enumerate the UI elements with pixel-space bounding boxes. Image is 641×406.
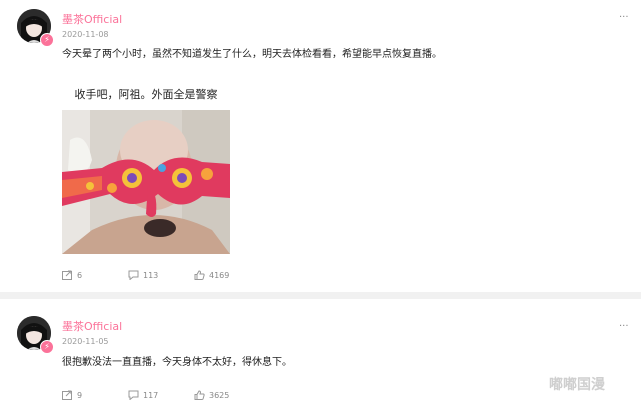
card-separator <box>0 292 641 299</box>
comment-count: 113 <box>143 270 159 280</box>
comment-button[interactable]: 113 <box>128 270 158 280</box>
forward-icon <box>62 270 72 280</box>
forward-button[interactable]: 9 <box>62 390 82 400</box>
like-button[interactable]: 4169 <box>194 270 229 280</box>
comment-button[interactable]: 117 <box>128 390 158 400</box>
like-icon <box>194 390 205 400</box>
action-bar: 9 117 3625 <box>62 390 262 402</box>
forward-count: 6 <box>77 270 83 280</box>
action-bar: 6 113 4169 <box>62 270 262 282</box>
more-options-button[interactable]: ··· <box>619 12 629 23</box>
forward-button[interactable]: 6 <box>62 270 82 280</box>
watermark: 嘟嘟国漫 <box>549 377 605 393</box>
meme-image[interactable] <box>62 110 230 254</box>
like-button[interactable]: 3625 <box>194 390 229 400</box>
like-icon <box>194 270 205 280</box>
username[interactable]: 墨茶Official <box>62 318 122 334</box>
like-count: 4169 <box>209 270 230 280</box>
forward-icon <box>62 390 72 400</box>
more-options-button[interactable]: ··· <box>619 321 629 332</box>
post-text: 很抱歉没法一直直播，今天身体不太好，得休息下。 <box>62 357 292 368</box>
verified-badge-icon: ⚡ <box>40 33 54 47</box>
meme-caption: 收手吧，阿祖。外面全是警察 <box>74 88 218 101</box>
post-date[interactable]: 2020-11-05 <box>62 337 109 346</box>
dynamic-card: ⚡ 墨茶Official 2020-11-05 ··· 很抱歉没法一直直播，今天… <box>0 299 641 406</box>
comment-count: 117 <box>143 390 159 400</box>
dynamic-card: ⚡ 墨茶Official 2020-11-08 ··· 今天晕了两个小时，虽然不… <box>0 0 641 292</box>
comment-icon <box>128 390 139 400</box>
like-count: 3625 <box>209 390 230 400</box>
post-text: 今天晕了两个小时，虽然不知道发生了什么，明天去体检看看，希望能早点恢复直播。 <box>62 49 442 60</box>
comment-icon <box>128 270 139 280</box>
post-date[interactable]: 2020-11-08 <box>62 30 109 39</box>
forward-count: 9 <box>77 390 83 400</box>
verified-badge-icon: ⚡ <box>40 340 54 354</box>
username[interactable]: 墨茶Official <box>62 11 122 27</box>
